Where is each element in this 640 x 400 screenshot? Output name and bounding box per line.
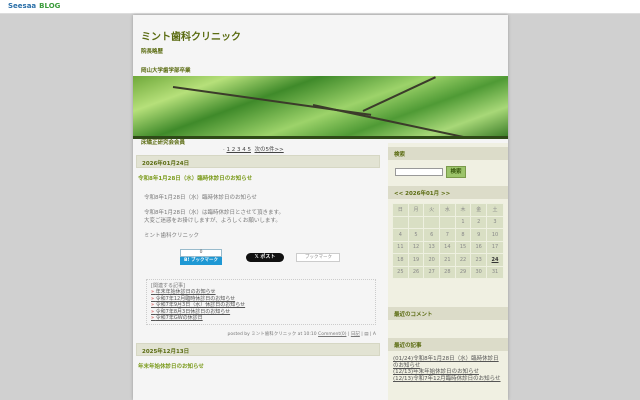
category-link[interactable]: 日記: [351, 332, 360, 337]
calendar-day: 21: [439, 253, 456, 267]
calendar-day: 19: [407, 253, 425, 267]
bookmark-button[interactable]: ブックマーク: [296, 253, 340, 262]
calendar-day: [407, 215, 425, 229]
share-icon[interactable]: ▤: [364, 332, 368, 337]
calendar-day: 18: [392, 253, 409, 267]
recent-comments-heading: 最近のコメント: [388, 307, 508, 320]
search-heading: 検索: [388, 147, 508, 160]
header-line: 床矯正研究会会員: [141, 140, 186, 146]
top-bar: Seesaa BLOG: [0, 0, 640, 14]
calendar-day: 3: [486, 215, 504, 229]
calendar-day[interactable]: 24: [486, 253, 504, 267]
weekday-header: 木: [454, 203, 472, 217]
search-button[interactable]: 検索: [446, 166, 466, 178]
calendar-heading[interactable]: << 2026年01月 >>: [388, 186, 508, 199]
entry-title[interactable]: 令和8年1月28日（水）臨時休診日のお知らせ: [138, 174, 380, 182]
entry-date: 2025年12月13日: [136, 342, 380, 356]
recent-articles: (01/24)令和8年1月28日（水）臨時休診日のお知らせ (12/13)年末年…: [388, 356, 508, 382]
calendar: 日月火水木金土 1 2 3 4 5 6 7 8 9 10 11 12 13 14 15 16 17 18 19 20 21…: [392, 203, 504, 279]
hatena-count: 0: [180, 249, 222, 257]
calendar-day: 25: [392, 265, 409, 279]
recent-article-link[interactable]: (01/24)令和8年1月28日（水）臨時休診日のお知らせ: [388, 356, 508, 369]
calendar-day: 14: [439, 240, 456, 254]
calendar-day: 5: [407, 228, 425, 242]
entry-title[interactable]: 年末年始休診日のお知らせ: [138, 362, 380, 370]
header-line: 院長略歴: [141, 49, 164, 55]
calendar-day: 26: [407, 265, 425, 279]
calendar-day: 28: [439, 265, 456, 279]
recent-article-link[interactable]: (12/13)令和7年12月臨時休診日のお知らせ: [388, 376, 508, 383]
related-articles: [関連する記事] 年末年始休診日のお知らせ 令和7年12月臨時休診日のお知らせ …: [146, 279, 376, 325]
next-page-link[interactable]: 次の5件>>: [255, 147, 284, 153]
blog-title[interactable]: ミント歯科クリニック: [141, 28, 241, 43]
x-post-button[interactable]: 𝕏 ポスト: [246, 253, 284, 262]
recent-articles-heading: 最近の記事: [388, 338, 508, 351]
calendar-day: 22: [454, 253, 472, 267]
calendar-day: 16: [470, 240, 488, 254]
calendar-day: 7: [439, 228, 456, 242]
calendar-day: [392, 215, 409, 229]
calendar-day: 31: [486, 265, 504, 279]
calendar-day: [423, 215, 441, 229]
calendar-day: 4: [392, 228, 409, 242]
header-line: 岡山大学歯学部卒業: [141, 68, 191, 74]
related-link[interactable]: 令和7年GWの休診日: [151, 315, 371, 322]
logo-text: Seesaa: [8, 2, 37, 10]
weekday-header: 日: [392, 203, 409, 217]
logo-text-blog: BLOG: [39, 2, 61, 10]
posted-text: posted by ミント歯科クリニック at 10:10: [227, 331, 317, 337]
calendar-day: 13: [423, 240, 441, 254]
calendar-day: 20: [423, 253, 441, 267]
entry-body: 令和8年1月28日（水）臨時休診日のお知らせ 令和8年1月28日（水）は臨時休診…: [136, 194, 380, 240]
calendar-day: 12: [407, 240, 425, 254]
calendar-day: 30: [470, 265, 488, 279]
calendar-day: 29: [454, 265, 472, 279]
calendar-day: 23: [470, 253, 488, 267]
weekday-header: 火: [423, 203, 441, 217]
calendar-day: 10: [486, 228, 504, 242]
entry-text: ミント歯科クリニック: [144, 233, 200, 239]
social-buttons: 0 B! ブックマーク 𝕏 ポスト ブックマーク: [136, 247, 380, 273]
calendar-day: 11: [392, 240, 409, 254]
pager: · 1 2 3 4 5 次の5件>>: [223, 147, 284, 153]
calendar-day: 8: [454, 228, 472, 242]
calendar-day: 15: [454, 240, 472, 254]
seesaa-blog-logo[interactable]: Seesaa BLOG: [8, 2, 60, 10]
main-column: 2026年01月24日 令和8年1月28日（水）臨時休診日のお知らせ 令和8年1…: [136, 155, 380, 370]
header-banner-image: [133, 76, 508, 139]
entry-text: 令和8年1月28日（水）臨時休診日のお知らせ: [144, 195, 257, 201]
related-title: [関連する記事]: [151, 283, 185, 289]
calendar-day: 9: [470, 228, 488, 242]
calendar-day: 27: [423, 265, 441, 279]
posted-by: posted by ミント歯科クリニック at 10:10 Comment(0)…: [227, 331, 376, 337]
font-size-icon[interactable]: A: [373, 332, 376, 337]
blog-page: ミント歯科クリニック 院長略歴 岡山大学歯学部卒業 床矯正研究会会員 · 1 2…: [133, 15, 508, 400]
hatena-bookmark-button[interactable]: B! ブックマーク: [180, 257, 222, 265]
calendar-day: 6: [423, 228, 441, 242]
weekday-header: 水: [439, 203, 456, 217]
search-input[interactable]: [395, 168, 443, 176]
entry-text: 令和8年1月28日（水）は臨時休診日とさせて頂きます。: [144, 210, 284, 216]
calendar-day: 1: [454, 215, 472, 229]
entry-text: 大変ご迷惑をお掛けしますが、よろしくお願いします。: [144, 218, 281, 224]
sidebar: 検索 検索 << 2026年01月 >> 日月火水木金土 1 2 3 4 5 6 7 8 9 10 1…: [388, 143, 508, 400]
weekday-header: 月: [407, 203, 425, 217]
entry-date: 2026年01月24日: [136, 155, 380, 168]
weekday-header: 金: [470, 203, 488, 217]
weekday-header: 土: [486, 203, 504, 217]
page-links[interactable]: 1 2 3 4 5: [227, 147, 252, 153]
calendar-day: 2: [470, 215, 488, 229]
calendar-day: [439, 215, 456, 229]
comment-link[interactable]: Comment(0): [318, 332, 346, 337]
calendar-day: 17: [486, 240, 504, 254]
